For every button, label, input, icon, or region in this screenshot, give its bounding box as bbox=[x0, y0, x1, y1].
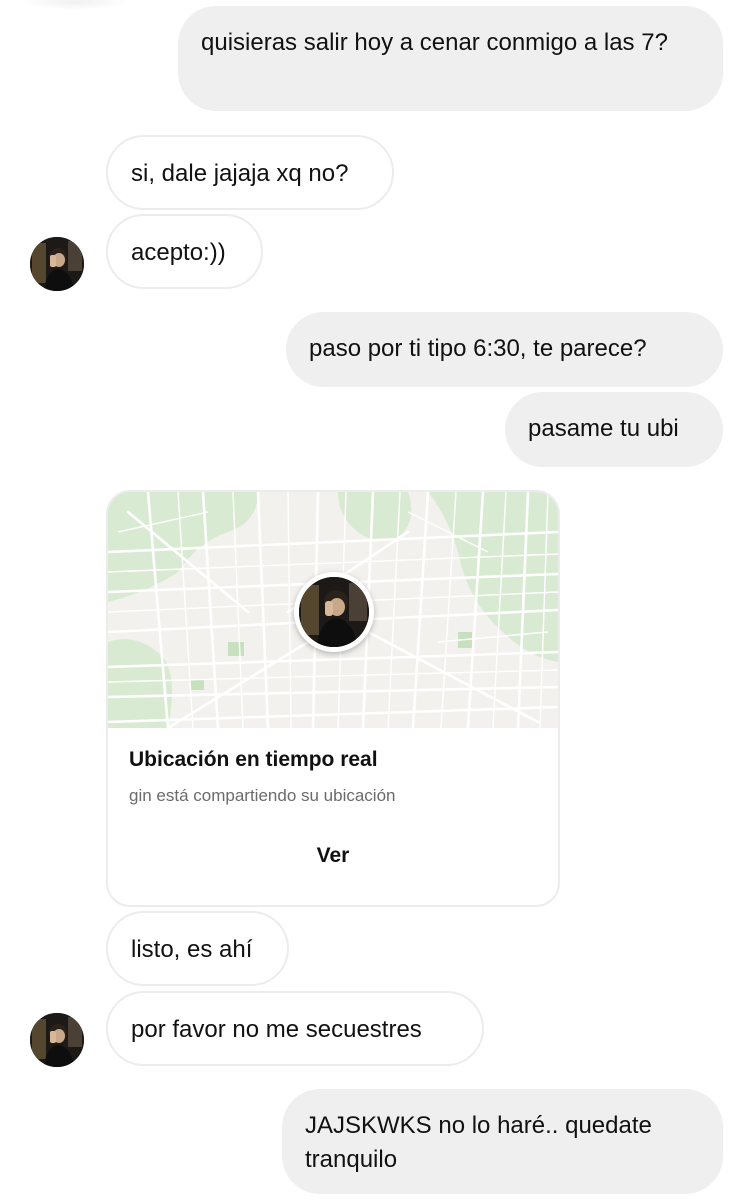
message-bubble-sent[interactable]: paso por ti tipo 6:30, te parece? bbox=[286, 312, 723, 387]
message-text: pasame tu ubi bbox=[528, 415, 679, 442]
message-text: listo, es ahí bbox=[131, 936, 253, 963]
message-bubble-sent[interactable]: JAJSKWKS no lo haré.. quedate tranquilo bbox=[282, 1089, 723, 1194]
location-card-subtitle: gin está compartiendo su ubicación bbox=[129, 786, 396, 805]
message-text: si, dale jajaja xq no? bbox=[131, 160, 349, 187]
message-bubble-received[interactable]: si, dale jajaja xq no? bbox=[106, 135, 394, 210]
live-location-card[interactable]: Ubicación en tiempo real gin está compar… bbox=[106, 490, 560, 907]
message-bubble-received[interactable]: acepto:)) bbox=[106, 214, 263, 289]
contact-avatar[interactable] bbox=[30, 1013, 84, 1067]
message-bubble-sent[interactable]: pasame tu ubi bbox=[505, 392, 723, 467]
view-location-button[interactable]: Ver bbox=[108, 844, 558, 868]
message-text: acepto:)) bbox=[131, 239, 226, 266]
location-pin[interactable] bbox=[294, 572, 374, 652]
message-bubble-received[interactable]: listo, es ahí bbox=[106, 911, 289, 986]
map-preview[interactable] bbox=[108, 492, 558, 728]
message-bubble-received[interactable]: por favor no me secuestres bbox=[106, 991, 484, 1066]
message-text: quisieras salir hoy a cenar conmigo a la… bbox=[201, 29, 668, 56]
message-text: JAJSKWKS no lo haré.. quedate tranquilo bbox=[305, 1112, 652, 1173]
message-bubble-sent[interactable]: quisieras salir hoy a cenar conmigo a la… bbox=[178, 6, 723, 111]
contact-avatar[interactable] bbox=[30, 237, 84, 291]
contact-photo-icon bbox=[30, 1013, 84, 1067]
previous-bubble-shadow bbox=[20, 0, 130, 10]
contact-photo-icon bbox=[30, 237, 84, 291]
message-text: paso por ti tipo 6:30, te parece? bbox=[309, 335, 647, 362]
message-text: por favor no me secuestres bbox=[131, 1016, 422, 1043]
avatar-pin-icon bbox=[299, 577, 369, 647]
location-card-title: Ubicación en tiempo real bbox=[129, 748, 378, 771]
